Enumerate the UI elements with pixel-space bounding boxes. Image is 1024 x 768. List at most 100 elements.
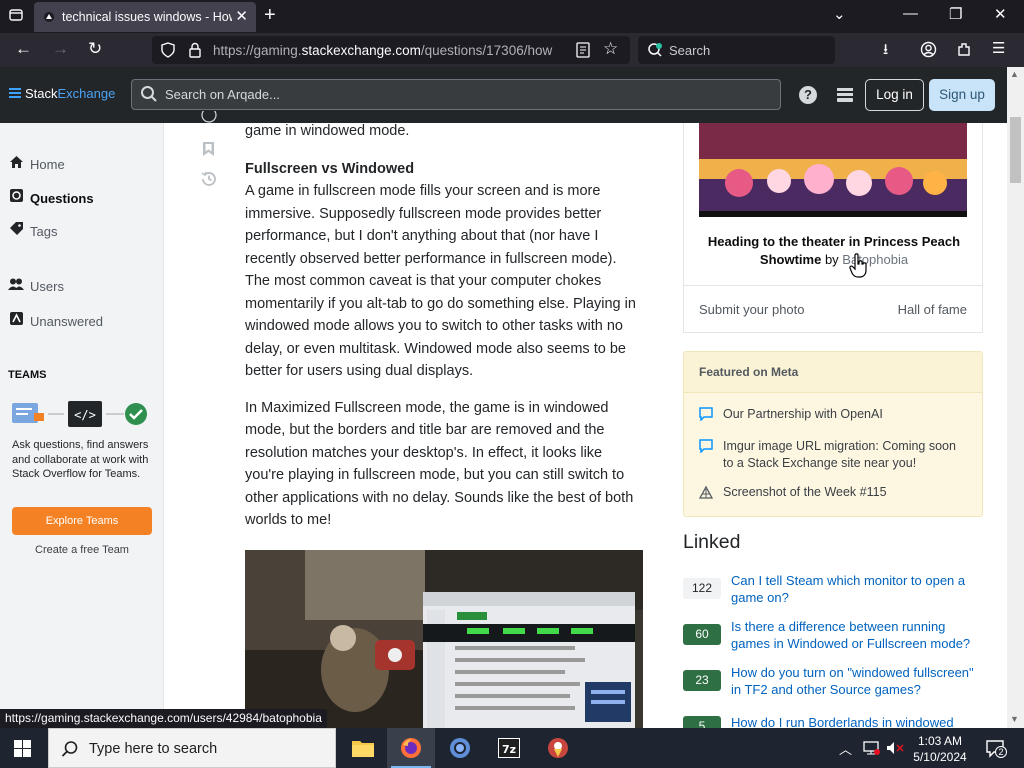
taskbar-clock[interactable]: 1:03 AM 5/10/2024 [912,733,968,765]
submit-photo-link[interactable]: Submit your photo [699,302,805,317]
help-icon[interactable]: ? [799,86,817,104]
browser-tab-bar: technical issues windows - How ✕ + ⌄ — ❐… [0,0,1024,33]
firefox-icon [401,738,421,758]
shield-icon[interactable] [160,42,176,58]
new-tab-icon[interactable]: + [264,4,276,27]
teams-description: Ask questions, find answers and collabor… [12,439,149,480]
tab-overflow-chevron-icon[interactable]: ⌄ [833,5,846,23]
downloads-icon[interactable]: ⭳ [883,39,888,64]
notification-count: 2 [995,746,1007,758]
featured-photo-image[interactable] [699,123,967,217]
linked-question-link[interactable]: How do you turn on "windowed fullscreen"… [731,664,983,698]
scroll-thumb[interactable] [1010,117,1021,183]
browser-search-placeholder: Search [669,43,711,58]
map-app[interactable] [534,728,582,768]
forward-icon[interactable]: → [52,39,69,59]
sidebar-item-users[interactable]: Users [8,278,64,294]
chat-bubble-icon [699,439,713,453]
post-paragraph: In Maximized Fullscreen mode, the game i… [245,399,634,529]
sidebar-item-tags[interactable]: Tags [8,221,57,239]
left-sidebar: Home Questions Tags Users Unanswered TEA… [0,123,164,728]
search-icon [141,86,157,102]
account-icon[interactable] [920,41,937,58]
linked-score-badge: 23 [683,670,721,691]
vote-down-icon[interactable] [201,111,217,127]
back-icon[interactable]: ← [15,39,32,59]
url-bar[interactable]: https://gaming.stackexchange.com/questio… [152,36,630,64]
browser-search-bar[interactable]: Search [638,36,835,64]
photo-of-week-card: Heading to the theater in Princess Peach… [683,123,983,333]
post-paragraph: A game in fullscreen mode fills your scr… [245,183,636,379]
lock-icon[interactable] [188,42,202,58]
7zip-icon: 7z [498,738,520,758]
taskbar-search-icon [61,741,78,757]
meta-item[interactable]: Screenshot of the Week #115 [699,484,969,501]
scroll-up-icon[interactable]: ▲ [1010,69,1019,79]
minimize-icon[interactable]: — [903,5,918,22]
explore-teams-button[interactable]: Explore Teams [12,507,152,535]
volume-muted-icon[interactable] [886,741,904,755]
browser-tab-active[interactable]: technical issues windows - How ✕ [34,2,256,32]
page-scrollbar[interactable]: ▲ ▼ [1007,67,1024,728]
stackexchange-logo[interactable]: StackExchange [9,86,115,101]
chrome-app[interactable] [436,728,484,768]
signup-button[interactable]: Sign up [929,79,995,111]
linked-question-link[interactable]: Is there a difference between running ga… [731,618,983,652]
site-search-input[interactable]: Search on Arqade... [131,79,781,110]
svg-text:7z: 7z [502,743,516,756]
hall-of-fame-link[interactable]: Hall of fame [898,302,967,317]
answer-body: game in windowed mode. Fullscreen vs Win… [245,120,645,546]
tab-title: technical issues windows - How [62,10,232,24]
restore-icon[interactable]: ❐ [949,5,962,23]
window-close-icon[interactable]: ✕ [994,5,1007,23]
arqade-favicon-icon [44,12,54,22]
reload-icon[interactable]: ↻ [88,39,102,59]
notifications-icon[interactable]: 2 [985,738,1007,758]
stackexchange-logo-icon [9,88,21,99]
tab-close-icon[interactable]: ✕ [235,7,248,25]
url-text: https://gaming.stackexchange.com/questio… [213,43,553,58]
scroll-down-icon[interactable]: ▼ [1010,714,1019,724]
linked-score-badge: 122 [683,578,721,599]
linked-score-badge: 60 [683,624,721,645]
se-topbar: StackExchange Search on Arqade... [0,67,1007,123]
tray-overflow-icon[interactable]: ︿ [839,739,852,758]
linked-question[interactable]: 5 How do I run Borderlands in windowed [683,716,983,728]
linked-question-link[interactable]: Can I tell Steam which monitor to open a… [731,572,983,606]
photo-caption: Heading to the theater in Princess Peach… [707,234,961,267]
sidebar-item-unanswered[interactable]: Unanswered [8,311,103,329]
globe-icon [8,188,24,206]
folder-icon [352,741,374,757]
windows-start-icon[interactable] [14,740,31,757]
search-engine-icon [648,43,662,57]
extensions-icon[interactable] [956,41,973,58]
clock-time: 1:03 AM [917,734,963,748]
taskbar-search-placeholder: Type here to search [89,741,218,757]
app-menu-icon[interactable]: ☰ [992,39,1005,57]
reader-view-icon[interactable] [576,42,590,58]
history-icon[interactable] [200,170,218,188]
sidebar-item-questions[interactable]: Questions [8,188,94,206]
arqade-site-icon [699,485,713,499]
photo-card-footer: Submit your photo Hall of fame [684,285,982,332]
firefox-app[interactable] [387,728,435,768]
meta-item[interactable]: Imgur image URL migration: Coming soon t… [699,438,969,471]
create-team-link[interactable]: Create a free Team [12,544,152,556]
teams-illustration-icon: </> [12,401,147,427]
post-screenshot-image[interactable] [245,550,643,728]
taskbar-search-input[interactable]: Type here to search [48,728,336,768]
login-button[interactable]: Log in [865,79,924,111]
tab-list-icon[interactable] [6,7,26,27]
browser-nav-bar: ← → ↻ https://gaming.stackexchange.com/q… [0,33,1024,67]
bookmark-icon[interactable] [202,141,215,157]
network-icon[interactable] [862,741,880,755]
sidebar-item-home[interactable]: Home [8,155,65,172]
linked-question-link[interactable]: How do I run Borderlands in windowed [731,716,983,728]
bookmark-star-icon[interactable]: ☆ [603,39,618,59]
chrome-icon [450,738,470,758]
site-switcher-icon[interactable] [837,88,853,102]
file-explorer-app[interactable] [339,728,387,768]
meta-item[interactable]: Our Partnership with OpenAI [699,406,969,423]
home-icon [8,155,24,172]
7zip-app[interactable]: 7z [485,728,533,768]
